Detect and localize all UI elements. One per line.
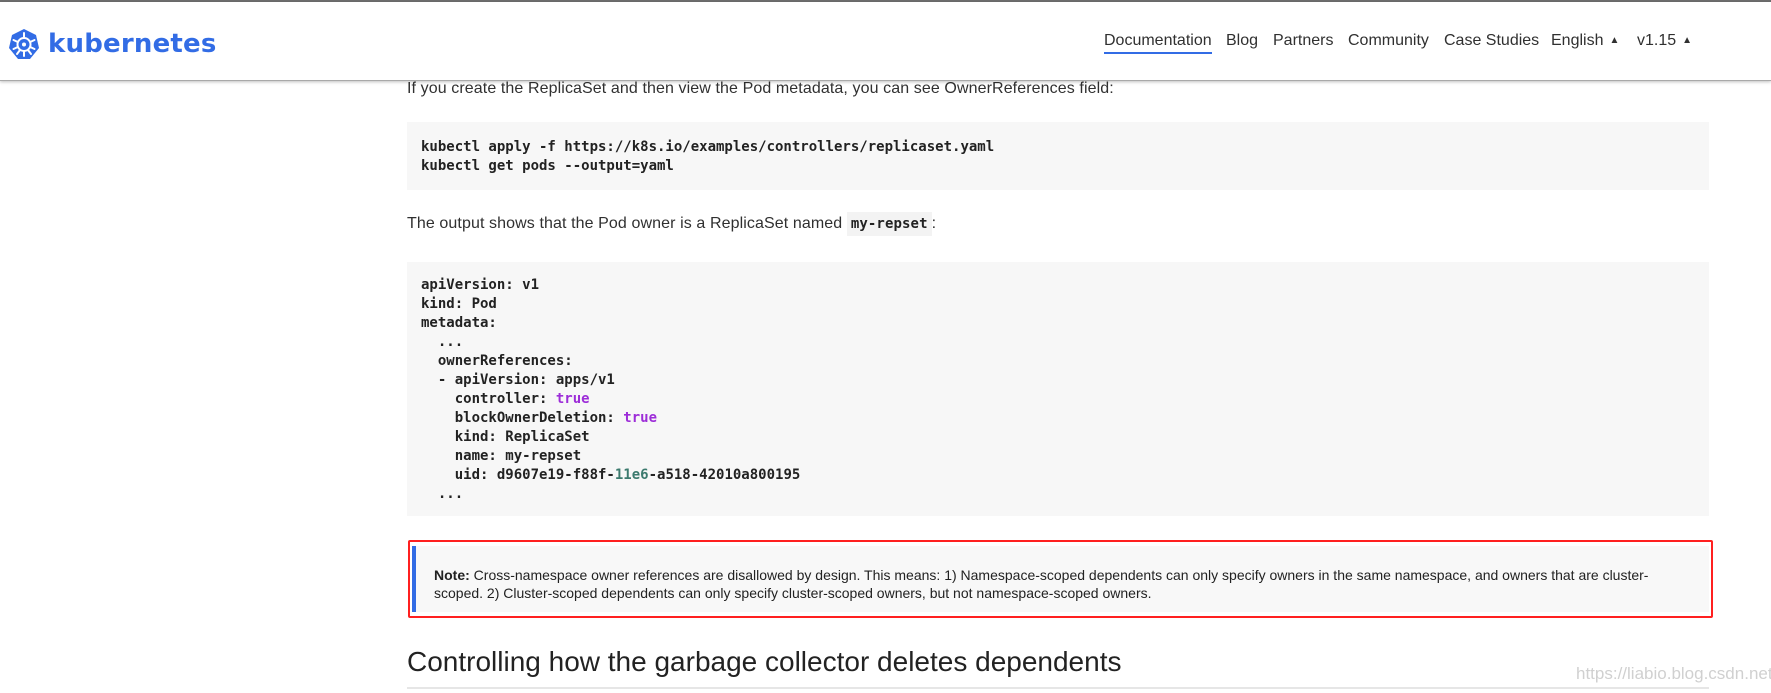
nav-blog[interactable]: Blog (1226, 32, 1258, 50)
code-key: uid: d9607e19-f88f- (421, 467, 615, 483)
code-line: kubectl apply -f https://k8s.io/examples… (421, 139, 995, 155)
code-line: controller: true (421, 390, 1695, 409)
code-key: blockOwnerDeletion: (421, 410, 624, 426)
code-line: uid: d9607e19-f88f-11e6-a518-42010a80019… (421, 466, 1695, 485)
code-value: -a518-42010a800195 (648, 467, 801, 483)
code-line: ... (421, 486, 464, 502)
code-line: kind: Pod (421, 296, 497, 312)
code-line: - apiVersion: apps/v1 (421, 372, 615, 388)
inline-code: my-repset (846, 212, 932, 236)
code-key: controller: (421, 391, 556, 407)
output-text-end: : (931, 215, 937, 232)
kubernetes-helm-icon (9, 29, 39, 59)
code-line: kubectl get pods --output=yaml (421, 158, 674, 174)
output-text: The output shows that the Pod owner is a… (407, 215, 847, 232)
note-label: Note: (434, 567, 470, 583)
nav-documentation[interactable]: Documentation (1104, 32, 1212, 54)
section-divider (407, 687, 1709, 689)
code-number: 11e6 (614, 467, 649, 483)
output-paragraph: The output shows that the Pod owner is a… (407, 212, 937, 236)
brand-name: kubernetes (48, 29, 217, 59)
code-line: name: my-repset (421, 448, 582, 464)
intro-paragraph: If you create the ReplicaSet and then vi… (407, 80, 1114, 97)
code-line: ... (421, 334, 464, 350)
code-line: kind: ReplicaSet (421, 429, 590, 445)
nav-community[interactable]: Community (1348, 32, 1429, 50)
nav-partners[interactable]: Partners (1273, 32, 1333, 50)
note-text: Cross-namespace owner references are dis… (434, 567, 1649, 601)
code-bool: true (623, 410, 658, 426)
section-heading: Controlling how the garbage collector de… (407, 646, 1122, 677)
nav-language-dropdown[interactable]: English ▲ (1551, 32, 1619, 50)
code-line: blockOwnerDeletion: true (421, 409, 1695, 428)
code-line: ownerReferences: (421, 353, 573, 369)
brand-link[interactable]: kubernetes (8, 28, 217, 60)
nav-version-label: v1.15 (1637, 32, 1677, 49)
code-line: apiVersion: v1 (421, 277, 540, 293)
nav-language-label: English (1551, 32, 1604, 49)
chevron-up-icon: ▲ (1609, 35, 1620, 46)
command-code-block: kubectl apply -f https://k8s.io/examples… (407, 122, 1709, 190)
yaml-code-block: apiVersion: v1 kind: Pod metadata: ... o… (407, 262, 1709, 516)
chevron-up-icon: ▲ (1682, 35, 1693, 46)
site-header: kubernetes Documentation Blog Partners C… (0, 2, 1771, 81)
nav-version-dropdown[interactable]: v1.15 ▲ (1637, 32, 1692, 50)
note-callout: Note: Cross-namespace owner references a… (412, 546, 1709, 612)
note-callout-highlight: Note: Cross-namespace owner references a… (408, 540, 1713, 618)
code-line: metadata: (421, 315, 497, 331)
nav-case-studies[interactable]: Case Studies (1444, 32, 1539, 50)
code-bool: true (555, 391, 590, 407)
watermark: https://liabio.blog.csdn.net (1576, 664, 1771, 683)
doc-content: If you create the ReplicaSet and then vi… (0, 0, 1771, 693)
